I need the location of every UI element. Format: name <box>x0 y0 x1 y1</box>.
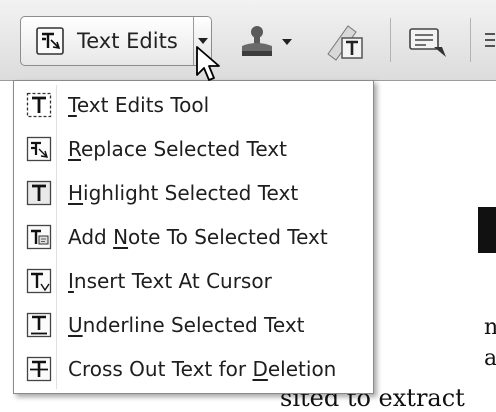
document-text-fragment-1: n <box>484 315 496 340</box>
stamp-tool-button[interactable] <box>230 22 300 62</box>
mouse-pointer-icon <box>196 46 220 81</box>
toolbar: Text Edits <box>0 0 496 81</box>
text-edits-dropdown-menu: Text Edits Tool Replace Selected Text Hi… <box>13 80 374 394</box>
underline-text-icon <box>26 312 52 338</box>
comment-icon <box>409 28 446 57</box>
text-edits-icon <box>36 27 64 55</box>
menu-item-cross-out-text-for-deletion[interactable]: Cross Out Text for Deletion <box>16 347 371 391</box>
menu-item-replace-selected-text[interactable]: Replace Selected Text <box>16 127 371 171</box>
text-edits-label: Text Edits <box>77 29 178 53</box>
menu-item-highlight-selected-text[interactable]: Highlight Selected Text <box>16 171 371 215</box>
menu-item-label: Add Note To Selected Text <box>68 225 328 249</box>
menu-item-underline-selected-text[interactable]: Underline Selected Text <box>16 303 371 347</box>
menu-item-label: Underline Selected Text <box>68 313 305 337</box>
replace-text-icon <box>26 136 52 162</box>
menu-item-insert-text-at-cursor[interactable]: Insert Text At Cursor <box>16 259 371 303</box>
stamp-dropdown-arrow-icon[interactable] <box>282 39 292 45</box>
menu-item-label: Highlight Selected Text <box>68 181 299 205</box>
highlight-text-icon <box>26 180 52 206</box>
toolbar-separator-2 <box>470 18 471 62</box>
more-icon <box>485 33 495 47</box>
menu-item-label: Text Edits Tool <box>68 93 210 117</box>
text-edits-button[interactable]: Text Edits <box>21 17 191 65</box>
touchup-text-icon <box>327 25 363 61</box>
stamp-icon <box>242 26 272 56</box>
insert-text-icon <box>26 268 52 294</box>
touchup-text-tool-button[interactable] <box>318 20 370 64</box>
menu-item-add-note-to-selected-text[interactable]: Add Note To Selected Text <box>16 215 371 259</box>
comment-tool-button[interactable] <box>404 22 454 62</box>
text-edits-tool-icon <box>26 92 52 118</box>
text-edits-split-button[interactable]: Text Edits <box>20 16 212 66</box>
menu-item-label: Replace Selected Text <box>68 137 287 161</box>
menu-item-label: Cross Out Text for Deletion <box>68 357 337 381</box>
strikethrough-text-icon <box>26 356 52 382</box>
document-heading-fragment <box>478 205 496 255</box>
document-text-fragment-2: a <box>484 346 496 371</box>
add-note-icon <box>26 224 52 250</box>
chevron-down-icon <box>197 38 208 44</box>
menu-item-label: Insert Text At Cursor <box>68 269 272 293</box>
toolbar-separator <box>390 18 391 62</box>
menu-item-text-edits-tool[interactable]: Text Edits Tool <box>16 83 371 127</box>
toolbar-overflow-icon[interactable] <box>480 30 496 56</box>
